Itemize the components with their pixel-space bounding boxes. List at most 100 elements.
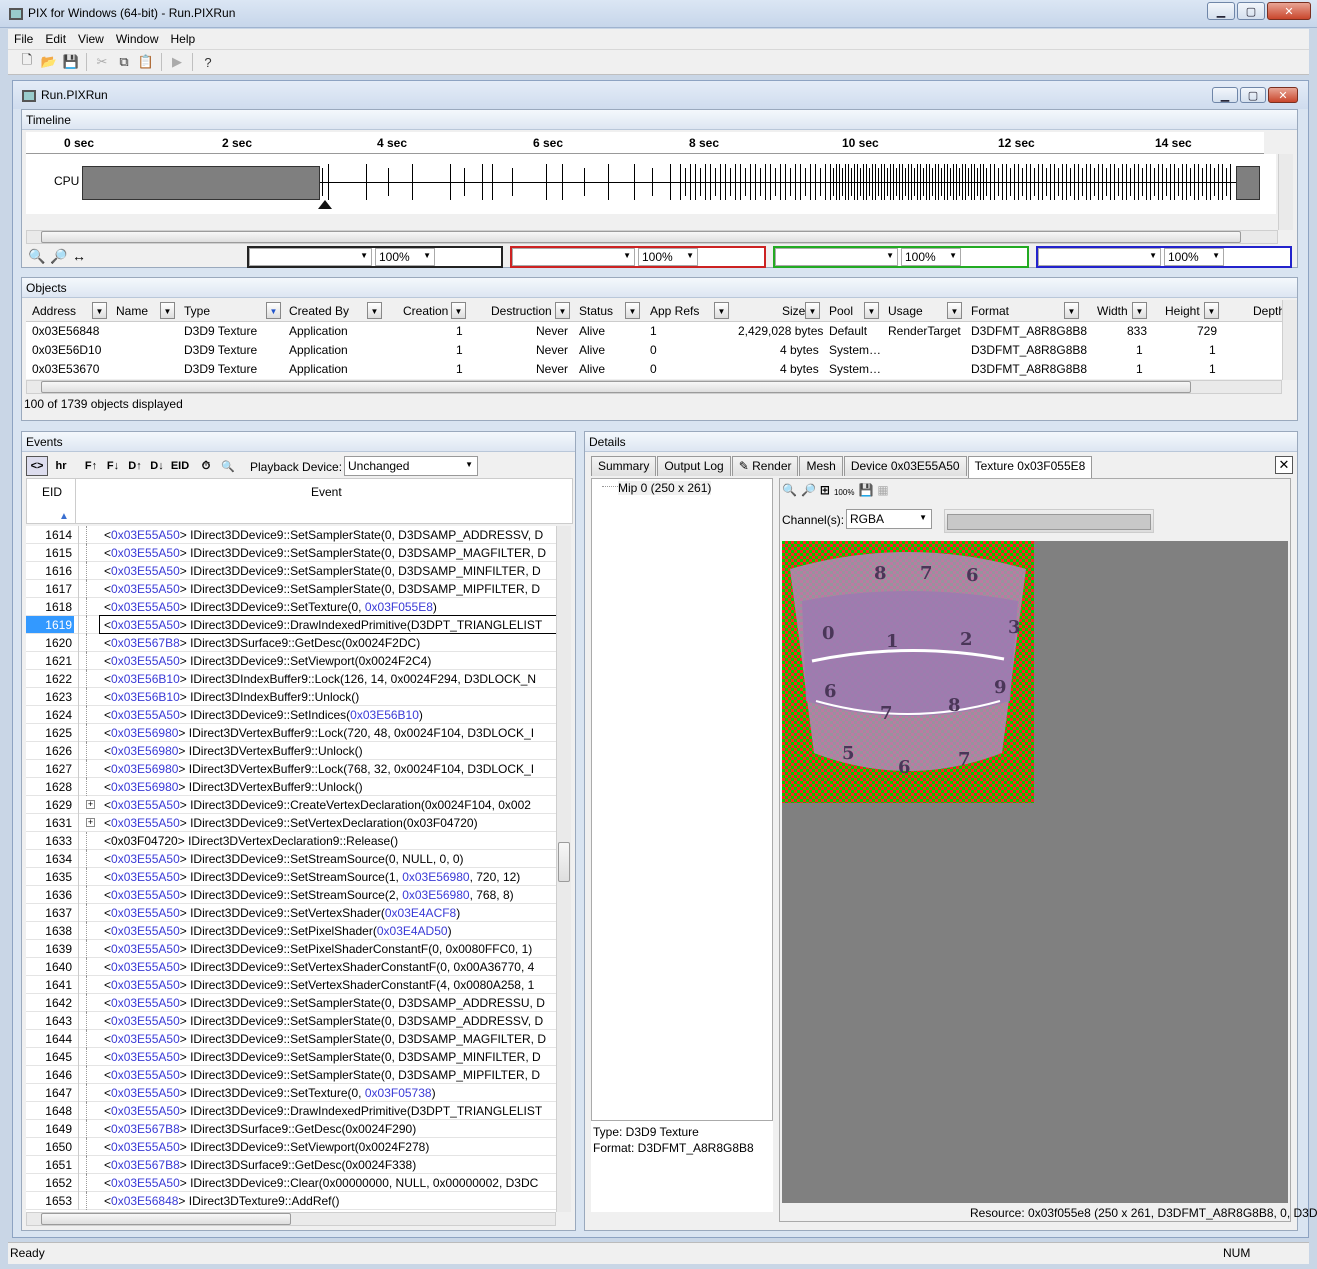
event-object-address[interactable]: <0x03E55A50>: [104, 888, 187, 902]
playback-device-select[interactable]: Unchanged ▼: [344, 456, 478, 476]
help-icon[interactable]: ?: [197, 51, 219, 73]
save-icon[interactable]: 💾: [858, 483, 873, 503]
event-object-address[interactable]: <0x03E55A50>: [104, 942, 187, 956]
col-name[interactable]: Name: [116, 304, 148, 318]
mip-item[interactable]: Mip 0 (250 x 261): [618, 481, 712, 495]
range-slider[interactable]: [944, 509, 1154, 533]
expand-icon[interactable]: +: [86, 818, 95, 827]
event-row[interactable]: 1634 <0x03E55A50> IDirect3DDevice9::SetSt…: [26, 850, 556, 868]
event-row[interactable]: 1650 <0x03E55A50> IDirect3DDevice9::SetVi…: [26, 1138, 556, 1156]
event-object-address[interactable]: <0x03E55A50>: [104, 816, 187, 830]
zoom-in-icon[interactable]: 🔍: [782, 483, 797, 503]
event-object-address[interactable]: <0x03E56B10>: [104, 690, 187, 704]
event-object-address[interactable]: <0x03E55A50>: [104, 996, 187, 1010]
texture-canvas[interactable]: 8 7 6 0 1 2 3 6 7 8 9 5 6 7: [782, 541, 1288, 1203]
channel-box-black[interactable]: 100%: [247, 246, 503, 268]
event-row[interactable]: 1640 <0x03E55A50> IDirect3DDevice9::SetVe…: [26, 958, 556, 976]
events-vscroll-thumb[interactable]: [558, 842, 570, 882]
run-icon[interactable]: ▶: [166, 51, 188, 73]
toggle-api-button[interactable]: <>: [26, 456, 48, 476]
event-row[interactable]: 1631 + <0x03E55A50> IDirect3DDevice9::SetV…: [26, 814, 556, 832]
event-object-address[interactable]: <0x03E55A50>: [104, 1104, 187, 1118]
tab-summary[interactable]: Summary: [591, 456, 657, 476]
event-row[interactable]: 1619 <0x03E55A50> IDirect3DDevice9::DrawI…: [26, 615, 556, 634]
event-object-address[interactable]: <0x03E55A50>: [104, 1176, 187, 1190]
paste-icon[interactable]: 📋: [135, 51, 157, 73]
event-object-address[interactable]: <0x03E55A50>: [104, 708, 187, 722]
event-object-address[interactable]: <0x03E55A50>: [104, 654, 187, 668]
menu-file[interactable]: File: [8, 32, 39, 46]
close-tab-icon[interactable]: ✕: [1275, 456, 1293, 474]
minimize-button[interactable]: ▁: [1207, 2, 1235, 20]
event-row[interactable]: 1646 <0x03E55A50> IDirect3DDevice9::SetSa…: [26, 1066, 556, 1084]
channel-select[interactable]: [249, 248, 372, 266]
event-row[interactable]: 1615 <0x03E55A50> IDirect3DDevice9::SetSa…: [26, 544, 556, 562]
cut-icon[interactable]: ✂: [91, 51, 113, 73]
filter-dropdown-icon[interactable]: ▼: [1132, 302, 1147, 319]
zoom-out-icon[interactable]: 🔎: [801, 483, 816, 503]
copy-icon[interactable]: ⧉: [113, 51, 135, 73]
maximize-button[interactable]: ▢: [1237, 2, 1265, 20]
mdi-maximize-button[interactable]: ▢: [1240, 87, 1266, 103]
event-object-address[interactable]: <0x03E55A50>: [104, 1014, 187, 1028]
channel-select[interactable]: [775, 248, 898, 266]
col-type[interactable]: Type: [184, 304, 210, 318]
event-row[interactable]: 1622 <0x03E56B10> IDirect3DIndexBuffer9::…: [26, 670, 556, 688]
open-folder-icon[interactable]: 📂: [38, 51, 60, 73]
event-object-address[interactable]: <0x03E55A50>: [104, 1050, 187, 1064]
channel-box-red[interactable]: 100%: [510, 246, 766, 268]
channel-select[interactable]: [1038, 248, 1161, 266]
objects-row[interactable]: 0x03E56848 D3D9 Texture Application 1 Ne…: [26, 322, 1282, 341]
event-row[interactable]: 1644 <0x03E55A50> IDirect3DDevice9::SetSa…: [26, 1030, 556, 1048]
event-object-address[interactable]: <0x03E55A50>: [104, 1032, 187, 1046]
tab-output-log[interactable]: Output Log: [657, 456, 731, 476]
event-object-address[interactable]: <0x03E56980>: [104, 762, 185, 776]
col-pool[interactable]: Pool: [829, 304, 853, 318]
event-row[interactable]: 1642 <0x03E55A50> IDirect3DDevice9::SetSa…: [26, 994, 556, 1012]
event-row[interactable]: 1628 <0x03E56980> IDirect3DVertexBuffer9:…: [26, 778, 556, 796]
event-row[interactable]: 1648 <0x03E55A50> IDirect3DDevice9::DrawI…: [26, 1102, 556, 1120]
event-row[interactable]: 1637 <0x03E55A50> IDirect3DDevice9::SetVe…: [26, 904, 556, 922]
col-usage[interactable]: Usage: [888, 304, 923, 318]
objects-row[interactable]: 0x03E53670 D3D9 Texture Application 1 Ne…: [26, 360, 1282, 379]
filter-dropdown-icon[interactable]: ▼: [1064, 302, 1079, 319]
filter-dropdown-icon[interactable]: ▼: [714, 302, 729, 319]
col-creation[interactable]: Creation: [403, 304, 448, 318]
event-row[interactable]: 1649 <0x03E567B8> IDirect3DSurface9::GetD…: [26, 1120, 556, 1138]
mdi-minimize-button[interactable]: ▁: [1212, 87, 1238, 103]
col-format[interactable]: Format: [971, 304, 1009, 318]
channel-select[interactable]: [512, 248, 635, 266]
channel-select[interactable]: RGBA ▼: [846, 509, 932, 529]
col-width[interactable]: Width: [1097, 304, 1128, 318]
events-list[interactable]: 1614 <0x03E55A50> IDirect3DDevice9::SetSa…: [26, 526, 556, 1212]
filter-dropdown-icon[interactable]: ▼: [266, 302, 281, 319]
event-object-address[interactable]: <0x03E55A50>: [104, 582, 187, 596]
timeline-track[interactable]: CPU: [26, 154, 1276, 214]
event-row[interactable]: 1638 <0x03E55A50> IDirect3DDevice9::SetPi…: [26, 922, 556, 940]
event-row[interactable]: 1627 <0x03E56980> IDirect3DVertexBuffer9:…: [26, 760, 556, 778]
mdi-close-button[interactable]: ✕: [1268, 87, 1298, 103]
event-row[interactable]: 1639 <0x03E55A50> IDirect3DDevice9::SetPi…: [26, 940, 556, 958]
event-row[interactable]: 1621 <0x03E55A50> IDirect3DDevice9::SetVi…: [26, 652, 556, 670]
col-app-refs[interactable]: App Refs: [650, 304, 699, 318]
objects-hscroll[interactable]: [26, 380, 1282, 394]
event-object-address[interactable]: <0x03E55A50>: [104, 1068, 187, 1082]
event-object-address[interactable]: <0x03E55A50>: [104, 852, 187, 866]
timeline-vscroll[interactable]: [1278, 154, 1293, 230]
event-row[interactable]: 1641 <0x03E55A50> IDirect3DDevice9::SetVe…: [26, 976, 556, 994]
event-arg-link[interactable]: 0x03E56980: [402, 870, 469, 884]
event-arg-link[interactable]: 0x03E4AD50: [377, 924, 448, 938]
event-object-address[interactable]: <0x03E567B8>: [104, 1158, 187, 1172]
filter-dropdown-icon[interactable]: ▼: [160, 302, 175, 319]
fit-icon[interactable]: ⊞: [820, 483, 830, 503]
tab-texture[interactable]: Texture 0x03F055E8: [967, 456, 1093, 478]
event-row[interactable]: 1647 <0x03E55A50> IDirect3DDevice9::SetTe…: [26, 1084, 556, 1102]
event-object-address[interactable]: <0x03E567B8>: [104, 636, 187, 650]
events-vscroll[interactable]: [556, 526, 571, 1212]
event-arg-link[interactable]: 0x03F055E8: [365, 600, 433, 614]
event-object-address[interactable]: <0x03E55A50>: [104, 1140, 187, 1154]
col-size[interactable]: Size: [782, 304, 805, 318]
event-object-address[interactable]: <0x03E55A50>: [104, 618, 187, 632]
filter-dropdown-icon[interactable]: ▼: [367, 302, 382, 319]
timeline-hscroll-thumb[interactable]: [41, 231, 1241, 243]
